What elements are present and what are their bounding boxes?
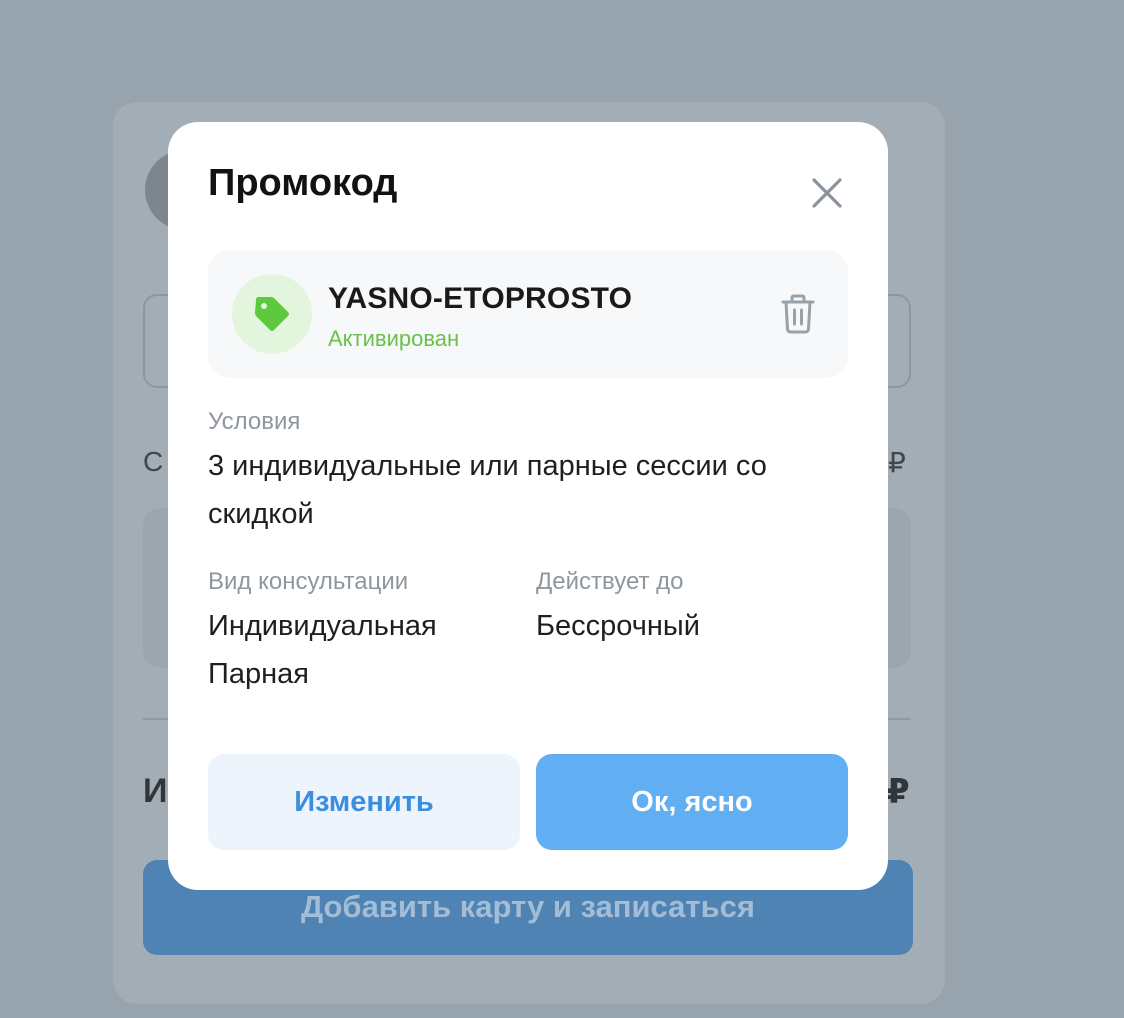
background-total-value: ₽ [886,773,910,811]
close-icon [812,178,842,208]
consultation-type-pair: Парная [208,658,309,690]
background-total-label: И [143,772,168,810]
promo-code-card: YASNO-ETOPROSTO Активирован [208,250,848,378]
conditions-label: Условия [208,408,301,435]
trash-icon [781,294,815,334]
valid-until-label: Действует до [536,568,684,595]
ok-button[interactable]: Ок, ясно [536,754,848,850]
promo-icon-circle [232,274,312,354]
promo-code-text: YASNO-ETOPROSTO [328,282,633,315]
promo-modal: Промокод YASNO-ETOPROSTO Активирован Усл… [168,122,888,890]
background-sum-label: С [143,446,164,477]
conditions-value: 3 индивидуальные или парные сессии со ск… [208,450,767,530]
consultation-type-label: Вид консультации [208,568,409,595]
modal-title: Промокод [208,162,398,204]
delete-promo-button[interactable] [776,292,820,336]
valid-until-value: Бессрочный [536,610,700,642]
consultation-type-individual: Индивидуальная [208,610,437,642]
tag-icon [255,297,289,331]
close-button[interactable] [804,170,850,216]
change-button[interactable]: Изменить [208,754,520,850]
promo-status-text: Активирован [328,326,460,351]
consultation-type-values: Индивидуальная Парная [208,602,437,698]
background-sum-value: ₽ [888,447,906,478]
